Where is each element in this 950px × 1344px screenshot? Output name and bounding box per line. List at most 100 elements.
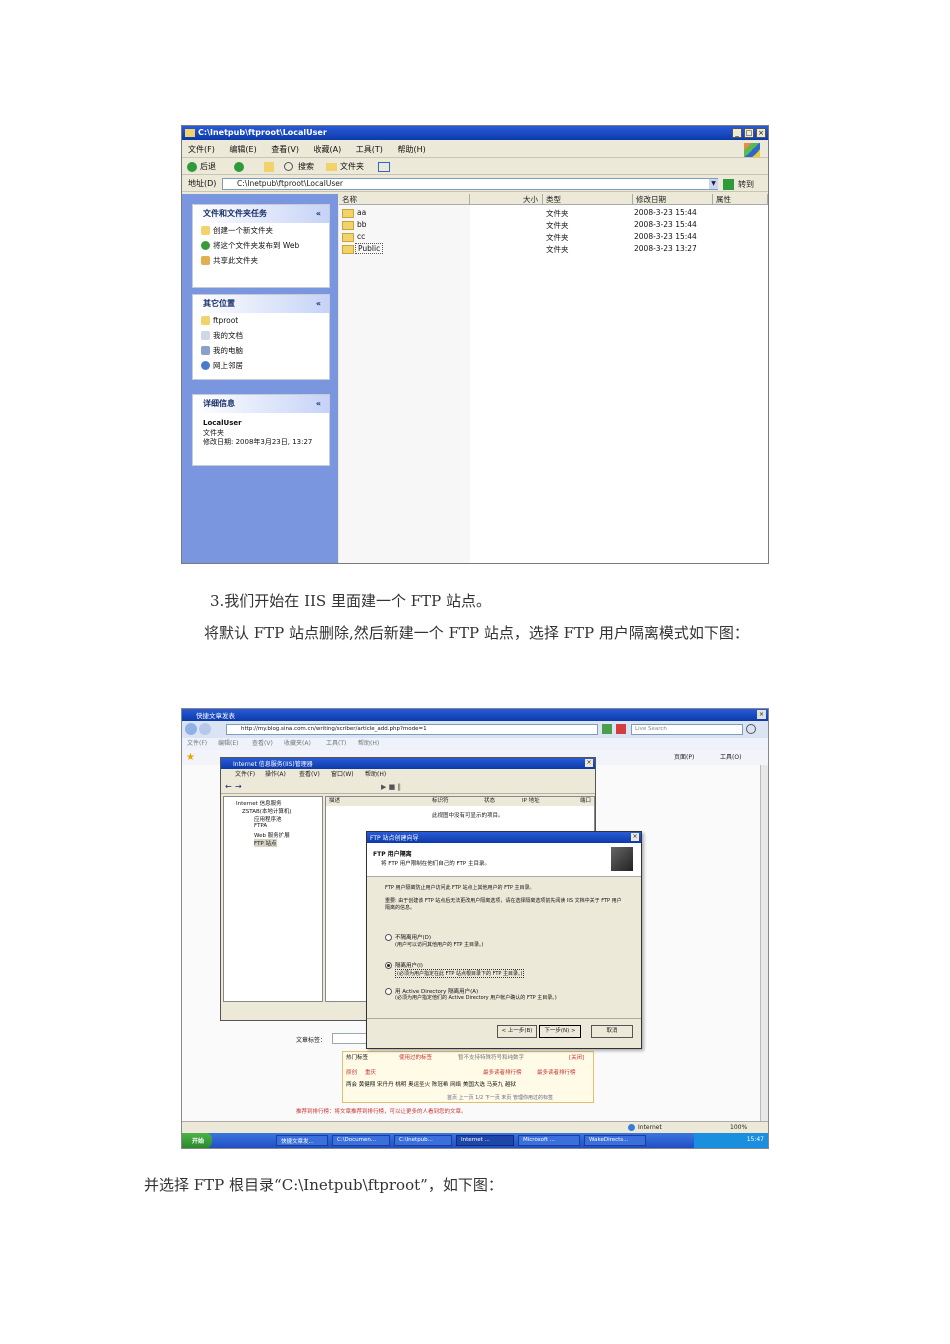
taskbar-item[interactable]: WakeDirects... bbox=[584, 1135, 646, 1146]
address-input[interactable]: C:\Inetpub\ftproot\LocalUser bbox=[222, 178, 718, 190]
other-places-header[interactable]: 其它位置 « bbox=[193, 295, 329, 313]
file-row-cc-name[interactable]: cc bbox=[357, 232, 365, 241]
tag-item[interactable]: 马英九 bbox=[487, 1082, 504, 1088]
option-isolate-label[interactable]: 隔离用户(I) bbox=[395, 961, 423, 969]
ie-menu-view[interactable]: 查看(V) bbox=[252, 738, 273, 750]
ie-tools-menu[interactable]: 工具(O) bbox=[720, 750, 741, 765]
option-no-isolation-label[interactable]: 不隔离用户(D) bbox=[395, 933, 431, 941]
option-isolate-radio[interactable] bbox=[385, 962, 392, 969]
iis-menu-action[interactable]: 操作(A) bbox=[265, 769, 286, 780]
tree-node-web-ext[interactable]: Web 服务扩展 bbox=[254, 831, 290, 839]
tag-close-link[interactable]: [关闭] bbox=[569, 1053, 584, 1061]
taskbar-item[interactable]: Internet ... bbox=[456, 1135, 514, 1146]
forward-icon[interactable] bbox=[234, 162, 244, 172]
file-row-public-name[interactable]: Public bbox=[355, 243, 384, 254]
iis-play-icon[interactable]: ▶ ■ ‖ bbox=[381, 783, 401, 791]
tag-item[interactable]: 陈冠希 bbox=[432, 1082, 449, 1088]
tag-chongqing[interactable]: 重庆 bbox=[365, 1068, 376, 1076]
wizard-next-button[interactable]: 下一步(N) > bbox=[539, 1025, 581, 1038]
back-button-label[interactable]: 后退 bbox=[200, 159, 216, 175]
option-ad-radio[interactable] bbox=[385, 988, 392, 995]
rank-link-1[interactable]: 最多读者排行榜 bbox=[483, 1068, 522, 1076]
taskbar-item[interactable]: C:\Documen... bbox=[332, 1135, 390, 1146]
tree-node-ftpa[interactable]: FTPA bbox=[254, 823, 267, 829]
place-network[interactable]: 网上邻居 bbox=[193, 358, 329, 373]
folders-button-label[interactable]: 文件夹 bbox=[340, 159, 364, 175]
place-my-computer[interactable]: 我的电脑 bbox=[193, 343, 329, 358]
menu-help[interactable]: 帮助(H) bbox=[397, 145, 425, 154]
iis-menu-view[interactable]: 查看(V) bbox=[299, 769, 320, 780]
ie-search-input[interactable]: Live Search bbox=[631, 724, 743, 735]
file-row-aa-name[interactable]: aa bbox=[357, 208, 366, 217]
ie-stop-icon[interactable] bbox=[616, 724, 626, 734]
search-button-label[interactable]: 搜索 bbox=[298, 159, 314, 175]
ie-refresh-icon[interactable] bbox=[602, 724, 612, 734]
go-button[interactable]: 转到 bbox=[723, 178, 767, 191]
ie-menu-favorites[interactable]: 收藏夹(A) bbox=[284, 738, 311, 750]
wizard-close-icon[interactable]: × bbox=[631, 833, 639, 841]
wizard-back-button[interactable]: < 上一步(B) bbox=[497, 1025, 537, 1038]
rank-link-2[interactable]: 最多读者排行榜 bbox=[537, 1068, 576, 1076]
menu-file[interactable]: 文件(F) bbox=[188, 145, 215, 154]
tasks-panel-header[interactable]: 文件和文件夹任务 « bbox=[193, 205, 329, 223]
column-modified[interactable]: 修改日期 bbox=[633, 194, 713, 205]
ie-menu-tools[interactable]: 工具(T) bbox=[326, 738, 346, 750]
tag-item[interactable]: 奥运圣火 bbox=[408, 1082, 430, 1088]
minimize-button[interactable]: _ bbox=[732, 128, 742, 138]
place-ftproot[interactable]: ftproot bbox=[193, 313, 329, 328]
tag-original[interactable]: 原创 bbox=[346, 1068, 357, 1076]
menu-edit[interactable]: 编辑(E) bbox=[229, 145, 256, 154]
iis-col-id[interactable]: 标识符 bbox=[432, 797, 449, 806]
iis-menu-file[interactable]: 文件(F) bbox=[235, 769, 255, 780]
tree-node-iis[interactable]: Internet 信息服务 bbox=[236, 799, 282, 807]
iis-col-ip[interactable]: IP 地址 bbox=[522, 797, 540, 806]
iis-menu-help[interactable]: 帮助(H) bbox=[365, 769, 386, 780]
task-share-folder[interactable]: 共享此文件夹 bbox=[193, 253, 329, 268]
tag-item[interactable]: 黄健翔 bbox=[359, 1082, 376, 1088]
favorites-star-icon[interactable]: ★ bbox=[186, 750, 195, 765]
ie-menu-file[interactable]: 文件(F) bbox=[187, 738, 207, 750]
ie-page-menu[interactable]: 页面(P) bbox=[674, 750, 694, 765]
iis-menu-window[interactable]: 窗口(W) bbox=[331, 769, 354, 780]
ie-menu-edit[interactable]: 编辑(E) bbox=[218, 738, 238, 750]
start-button[interactable]: 开始 bbox=[182, 1133, 212, 1148]
tag-tab-hot[interactable]: 热门标签 bbox=[346, 1053, 368, 1061]
iis-forward-icon[interactable]: → bbox=[235, 783, 242, 791]
wizard-cancel-button[interactable]: 取消 bbox=[591, 1025, 633, 1038]
tag-item[interactable]: 两会 bbox=[346, 1082, 357, 1088]
file-row-bb-name[interactable]: bb bbox=[357, 220, 367, 229]
taskbar-item[interactable]: C:\Inetpub... bbox=[394, 1135, 452, 1146]
tag-item[interactable]: 桃明 bbox=[395, 1082, 406, 1088]
tree-node-app-pools[interactable]: 应用程序池 bbox=[254, 815, 282, 823]
ie-forward-icon[interactable] bbox=[199, 723, 211, 735]
iis-col-description[interactable]: 描述 bbox=[329, 797, 340, 806]
taskbar-item[interactable]: Microsoft ... bbox=[518, 1135, 580, 1146]
column-attributes[interactable]: 属性 bbox=[713, 194, 768, 205]
dropdown-arrow-icon[interactable]: ▼ bbox=[709, 179, 718, 189]
task-publish-web[interactable]: 将这个文件夹发布到 Web bbox=[193, 238, 329, 253]
menu-tools[interactable]: 工具(T) bbox=[356, 145, 383, 154]
tag-tab-used[interactable]: 使用过的标签 bbox=[399, 1053, 432, 1061]
column-size[interactable]: 大小 bbox=[470, 194, 543, 205]
task-new-folder[interactable]: 创建一个新文件夹 bbox=[193, 223, 329, 238]
tag-item[interactable]: 网络 bbox=[450, 1082, 461, 1088]
place-my-documents[interactable]: 我的文档 bbox=[193, 328, 329, 343]
ie-menu-help[interactable]: 帮助(H) bbox=[358, 738, 379, 750]
maximize-button[interactable]: □ bbox=[744, 128, 754, 138]
tag-item[interactable]: 越狱 bbox=[505, 1082, 516, 1088]
column-type[interactable]: 类型 bbox=[543, 194, 633, 205]
iis-col-status[interactable]: 状态 bbox=[484, 797, 495, 806]
collapse-icon[interactable]: « bbox=[316, 295, 321, 313]
tag-pager[interactable]: 首页 上一页 1/2 下一页 末页 管理你用过的标签 bbox=[447, 1094, 553, 1101]
status-zoom[interactable]: 100% bbox=[730, 1122, 747, 1133]
tree-node-ftp-sites[interactable]: FTP 站点 bbox=[254, 839, 277, 847]
collapse-icon[interactable]: « bbox=[316, 205, 321, 223]
ie-search-icon[interactable] bbox=[746, 724, 756, 734]
close-button[interactable]: × bbox=[756, 128, 766, 138]
tag-item[interactable]: 宋丹丹 bbox=[377, 1082, 394, 1088]
search-icon[interactable] bbox=[284, 162, 293, 171]
ie-back-icon[interactable] bbox=[185, 723, 197, 735]
option-ad-label[interactable]: 用 Active Directory 隔离用户(A) bbox=[395, 987, 478, 995]
up-folder-icon[interactable] bbox=[264, 162, 274, 172]
iis-col-port[interactable]: 端口 bbox=[580, 797, 591, 806]
